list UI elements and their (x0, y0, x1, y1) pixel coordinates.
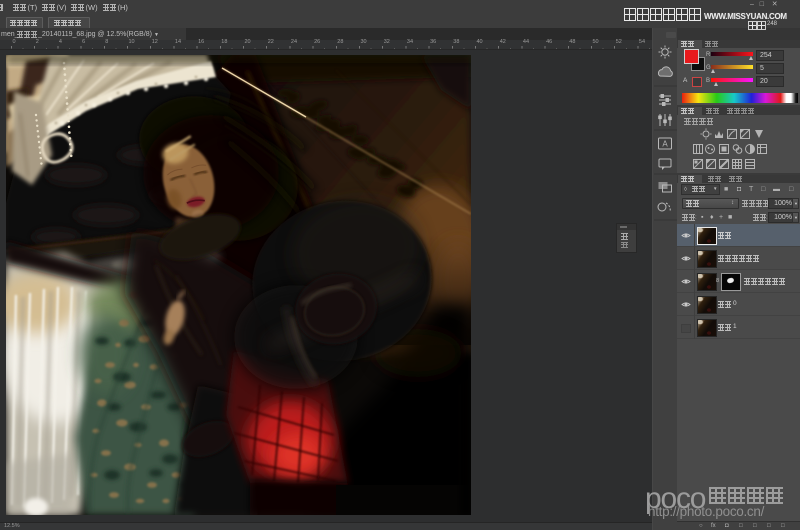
svg-text:A: A (662, 140, 668, 149)
